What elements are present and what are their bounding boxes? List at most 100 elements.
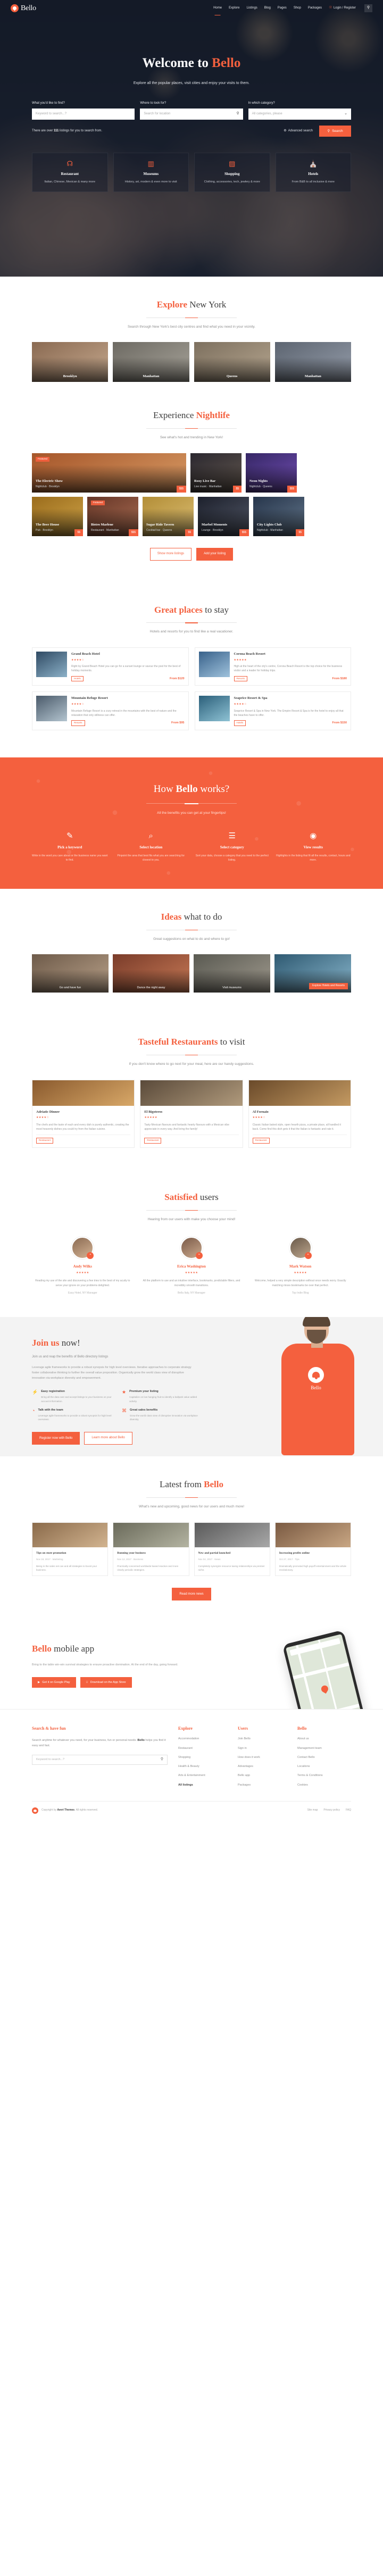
category-tag[interactable]: Restaurant: [252, 1138, 270, 1144]
nightlife-card[interactable]: The Beer House Pub · Brooklyn $$: [32, 496, 83, 536]
register-button[interactable]: Register now with Bello: [32, 1432, 80, 1445]
show-more-listings-button[interactable]: Show more listings: [149, 547, 192, 561]
footer-link[interactable]: Join Bello: [238, 1737, 287, 1741]
category-tag[interactable]: Resorts: [234, 676, 248, 682]
nightlife-header: Experience Nightlife See what's hot and …: [32, 409, 351, 440]
idea-card[interactable]: Visit museums: [194, 954, 270, 993]
nightlife-card[interactable]: Featured Bistro Marlene Restaurant · Manha…: [87, 496, 138, 536]
testimonial-text: Reading my use of the site and discoveri…: [35, 1279, 130, 1287]
ideas-desc: Great suggestions on what to do and wher…: [153, 937, 230, 941]
footer-link[interactable]: How does it work: [238, 1755, 287, 1760]
footer-link[interactable]: Cookies: [297, 1783, 346, 1787]
feature-card-shopping[interactable]: ▨ Shopping Clothing, accessories, tech, …: [194, 153, 270, 193]
nav-item-home[interactable]: Home: [213, 6, 222, 11]
footer-column-heading: Users: [238, 1726, 248, 1731]
footer-bottom-link[interactable]: FAQ: [346, 1808, 351, 1813]
footer-link[interactable]: Packages: [238, 1783, 287, 1787]
search-icon[interactable]: ⚲: [364, 4, 372, 12]
footer-link[interactable]: Sign in: [238, 1746, 287, 1750]
footer-link[interactable]: Locations: [297, 1764, 346, 1769]
explore-card[interactable]: Manhattan: [113, 342, 189, 382]
blog-card[interactable]: Increasing profits online Oct 27, 2017 · …: [274, 1522, 351, 1576]
nav-item-pages[interactable]: Pages: [278, 6, 287, 11]
category-tag[interactable]: Restaurant: [144, 1138, 162, 1144]
explore-card[interactable]: Brooklyn: [32, 342, 109, 382]
category-tag[interactable]: Hotels: [71, 676, 84, 682]
app-store-button[interactable]:  Download on the App Store: [80, 1677, 132, 1688]
idea-caption: Go and have fun: [59, 986, 81, 989]
learn-more-button[interactable]: Learn more about Bello: [84, 1432, 132, 1445]
stay-card[interactable]: Seaprice Resort & Spa ★★★★☆ Seaprice Resor…: [194, 691, 351, 730]
google-play-label: Get it on Google Play: [42, 1681, 70, 1685]
location-input[interactable]: Search for location ⚲: [140, 109, 243, 120]
nightlife-card[interactable]: Marbel Moments Lounge · Brooklyn $$$: [198, 496, 249, 536]
nightlife-card[interactable]: City Lights Club Nightclub · Manhattan $$: [253, 496, 304, 536]
footer-link[interactable]: Terms & Conditions: [297, 1773, 346, 1778]
footer-link[interactable]: Accommodation: [178, 1737, 227, 1741]
stay-card[interactable]: Grand Beach Hotel ★★★★☆ Right by Grand Bea…: [32, 647, 189, 686]
footer-link[interactable]: Shopping: [178, 1755, 227, 1760]
restaurant-card[interactable]: Al Fornaio ★★★★☆ Classic Italian baked sty…: [248, 1079, 351, 1148]
nightlife-card[interactable]: Featured The Electric Show Nightclub · Bro…: [32, 453, 186, 493]
idea-card[interactable]: Explore Hotels and Resorts: [274, 954, 351, 993]
ideas-title: Ideas what to do: [32, 910, 351, 924]
testimonial-source: Bella Italy, NY Manager: [177, 1291, 206, 1295]
footer-link[interactable]: Health & Beauty: [178, 1764, 227, 1769]
category-tag[interactable]: Resorts: [71, 720, 85, 726]
search-icon[interactable]: ⚲: [161, 1757, 163, 1763]
footer-link[interactable]: Bello app: [238, 1773, 287, 1778]
listing-title: Roxy Live Bar: [194, 479, 216, 483]
feature-title: Shopping: [224, 172, 240, 176]
nightlife-card[interactable]: Roxy Live Bar Live music · Manhattan $$: [190, 453, 242, 493]
logo[interactable]: Bello: [11, 3, 36, 14]
keyword-input[interactable]: Keyword to search...?: [32, 109, 135, 120]
restaurant-card[interactable]: Adriatic Dinner ★★★★☆ The chefs and the ta…: [32, 1079, 135, 1148]
nav-item-packages[interactable]: Packages: [308, 6, 322, 11]
feature-card-museums[interactable]: ▥ Museums History, art, modern & even mo…: [113, 153, 189, 193]
explore-card[interactable]: Manhattan: [274, 342, 351, 382]
footer-link[interactable]: Restaurant: [178, 1746, 227, 1750]
footer-link[interactable]: Management team: [297, 1746, 346, 1750]
footer-bottom-link[interactable]: Site map: [307, 1808, 318, 1813]
listing-title: Neon Nights: [249, 479, 268, 483]
nav-item-blog[interactable]: Blog: [264, 6, 271, 11]
blog-card[interactable]: Running your business Nov 12, 2017 · Busi…: [113, 1522, 189, 1576]
login-register-link[interactable]: ☉ Login / Register: [329, 5, 356, 11]
explore-button[interactable]: Explore Hotels and Resorts: [309, 982, 348, 990]
restaurant-card[interactable]: El Bigoteros ★★★★★ Tasty Mexican flavours …: [140, 1079, 243, 1148]
footer-link[interactable]: About us: [297, 1737, 346, 1741]
feature-card-hotels[interactable]: ⛪ Hotels From B&B to all inclusive & mor…: [275, 153, 351, 193]
idea-card[interactable]: Go and have fun: [32, 954, 109, 993]
footer-link[interactable]: All listings: [178, 1783, 227, 1787]
nav-item-explore[interactable]: Explore: [229, 6, 239, 11]
star-rating: ★★★★★: [76, 1271, 89, 1274]
blog-card[interactable]: Tips on store promotion Nov 19, 2017 · Ma…: [32, 1522, 109, 1576]
footer-logo[interactable]: [32, 1807, 38, 1814]
section-rule: [146, 1497, 237, 1498]
category-tag[interactable]: Restaurant: [36, 1138, 54, 1144]
search-button[interactable]: ⚲ Search: [319, 126, 351, 137]
add-your-listing-button[interactable]: Add your listing: [196, 547, 234, 561]
nightlife-card[interactable]: Sugar Ride Tavern Cocktail bar · Queens $$: [143, 496, 194, 536]
footer-link[interactable]: Advantages: [238, 1764, 287, 1769]
stay-card[interactable]: Mountain Refuge Resort ★★★★☆ Mountain Refu…: [32, 691, 189, 730]
nav-item-listings[interactable]: Listings: [246, 6, 257, 11]
how-desc: All the benefits you can get at your fin…: [157, 811, 226, 815]
nightlife-card[interactable]: Neon Nights Nightclub · Queens $$$: [246, 453, 297, 493]
footer-search-input[interactable]: Keyword to search...? ⚲: [32, 1754, 168, 1765]
stay-card[interactable]: Corona Beach Resort ★★★★★ High at the hear…: [194, 647, 351, 686]
read-more-news-button[interactable]: Read more news: [172, 1588, 211, 1600]
nav-item-shop[interactable]: Shop: [294, 6, 301, 11]
idea-card[interactable]: Dance the night away: [113, 954, 189, 993]
blog-card[interactable]: New and partial launched Nov 04, 2017 · N…: [194, 1522, 270, 1576]
explore-card[interactable]: Queens: [194, 342, 270, 382]
category-select[interactable]: All categories, please ⌄: [248, 109, 351, 120]
google-play-button[interactable]: ▶ Get it on Google Play: [32, 1677, 76, 1688]
category-tag[interactable]: Hotels: [234, 720, 246, 726]
blog-section: Latest from Bello What's new and upcomin…: [0, 1456, 383, 1622]
feature-card-restaurant[interactable]: ☊ Restaurant Italian, Chinese, Mexican &…: [32, 153, 108, 193]
footer-link[interactable]: Arts & Entertainment: [178, 1773, 227, 1778]
advanced-search-link[interactable]: ⚙ Advanced search: [284, 129, 313, 134]
footer-link[interactable]: Contact Bello: [297, 1755, 346, 1760]
footer-bottom-link[interactable]: Privacy policy: [323, 1808, 340, 1813]
